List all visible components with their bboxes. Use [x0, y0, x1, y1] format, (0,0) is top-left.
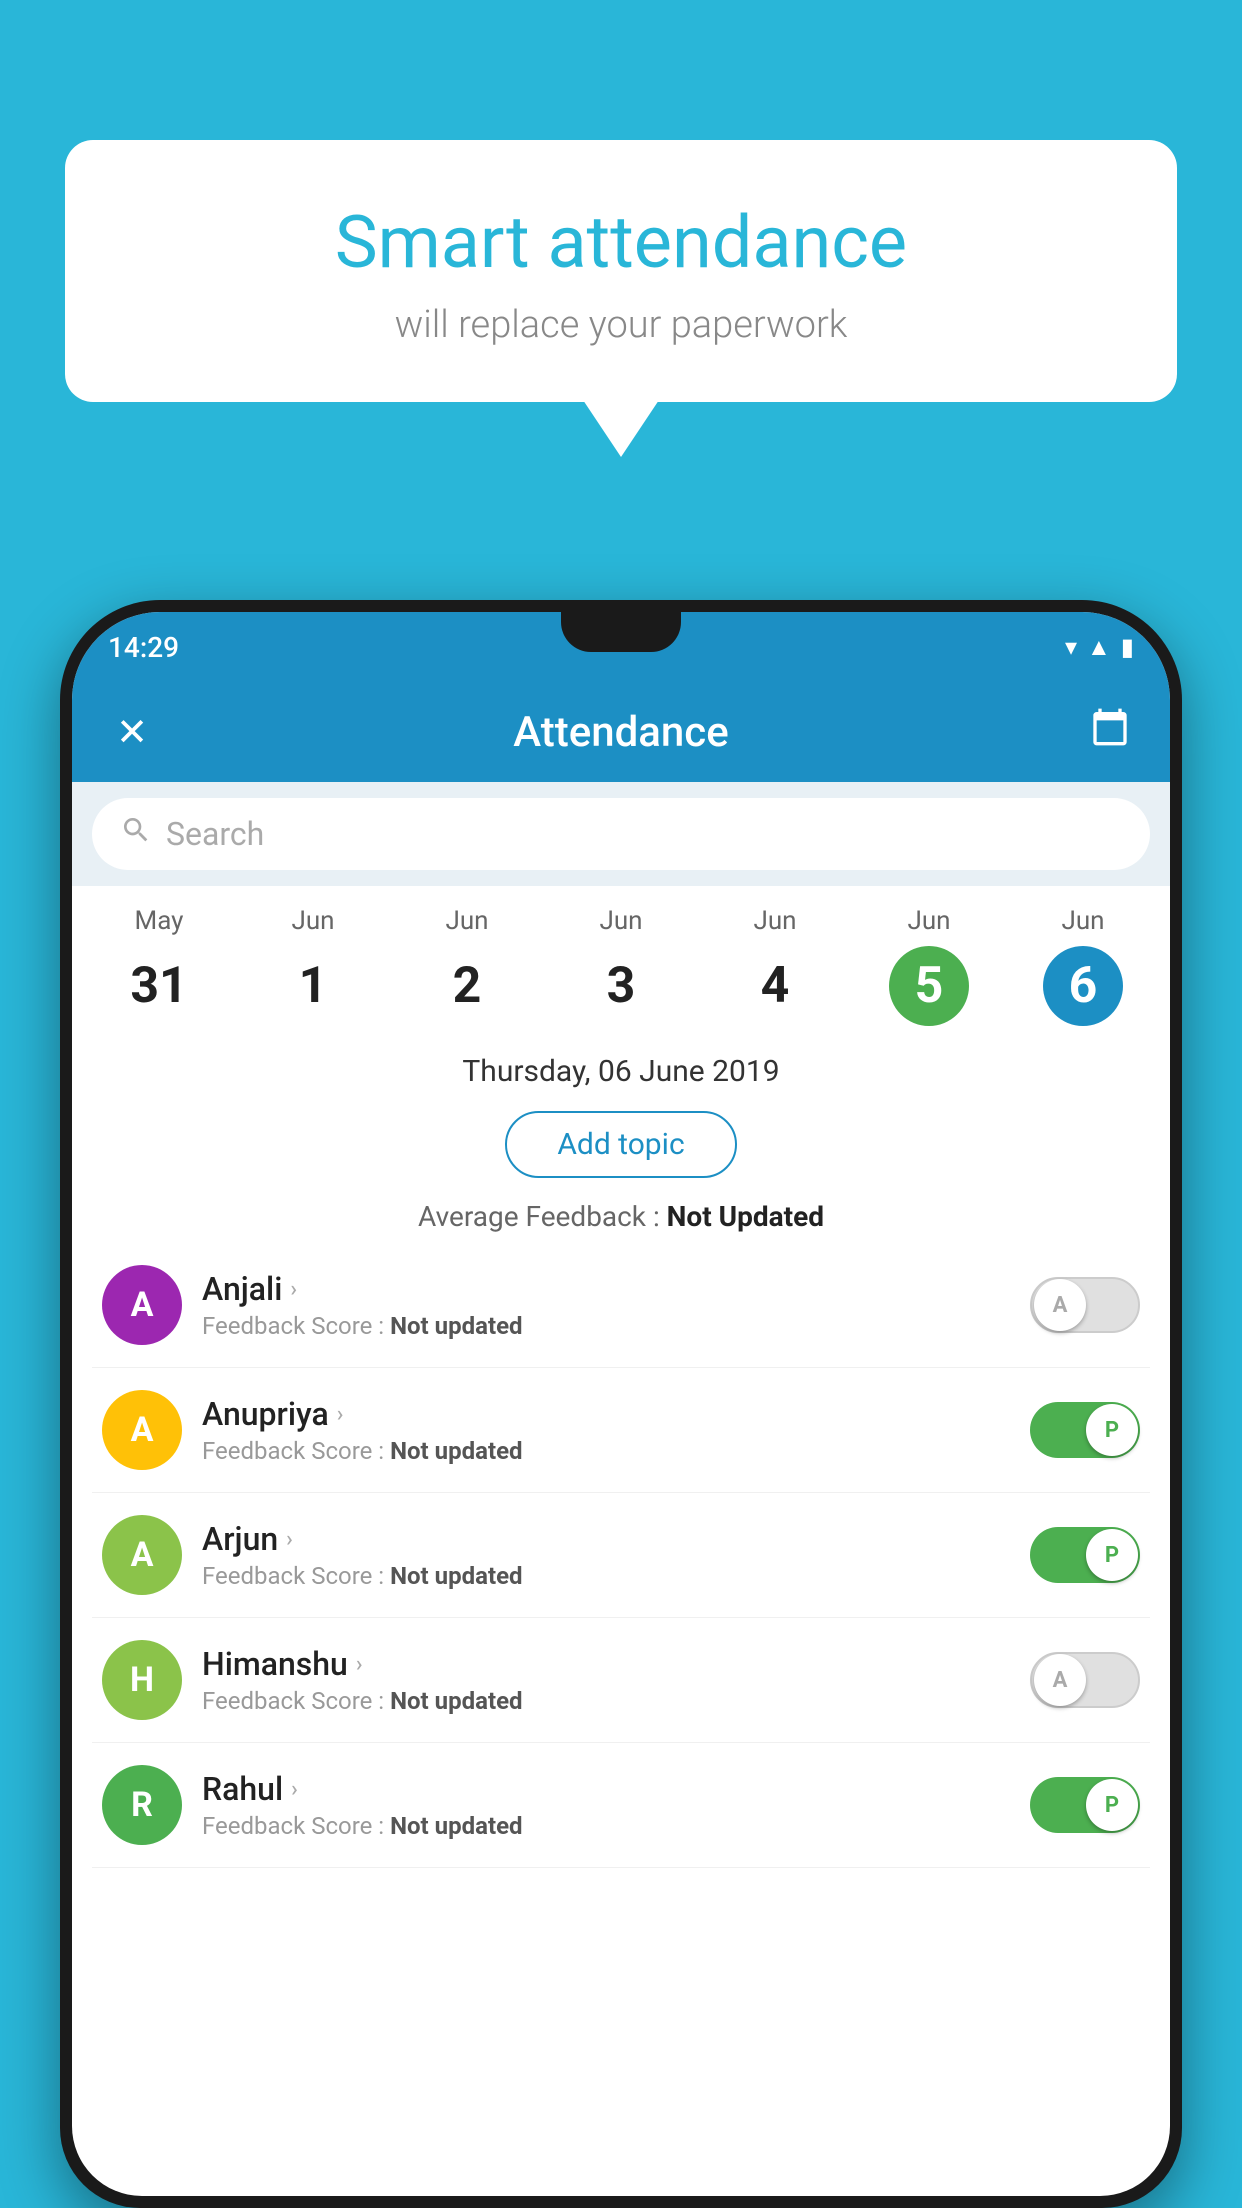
student-info-1: Anupriya › Feedback Score : Not updated [202, 1395, 1010, 1465]
attendance-toggle-1[interactable]: P [1030, 1402, 1140, 1458]
chevron-icon: › [337, 1402, 344, 1427]
student-item-3[interactable]: H Himanshu › Feedback Score : Not updated A [92, 1618, 1150, 1743]
search-bar-container: Search [72, 782, 1170, 886]
student-feedback-0: Feedback Score : Not updated [202, 1312, 1010, 1340]
student-item-4[interactable]: R Rahul › Feedback Score : Not updated P [92, 1743, 1150, 1868]
student-item-1[interactable]: A Anupriya › Feedback Score : Not updated P [92, 1368, 1150, 1493]
student-info-0: Anjali › Feedback Score : Not updated [202, 1270, 1010, 1340]
cal-month-1: Jun [291, 906, 334, 936]
student-name-0: Anjali › [202, 1270, 1010, 1308]
notch [561, 612, 681, 652]
search-icon [120, 814, 152, 854]
status-time: 14:29 [108, 631, 179, 664]
calendar-day-2[interactable]: Jun 2 [422, 906, 512, 1026]
student-list: AAnjali ›Feedback Score : Not updatedAAA… [72, 1243, 1170, 1868]
status-icons: ▾ ▲ ▮ [1065, 633, 1134, 662]
battery-icon: ▮ [1121, 633, 1134, 661]
student-name-3: Himanshu › [202, 1645, 1010, 1683]
student-info-3: Himanshu › Feedback Score : Not updated [202, 1645, 1010, 1715]
add-topic-container: Add topic [72, 1099, 1170, 1190]
student-feedback-2: Feedback Score : Not updated [202, 1562, 1010, 1590]
student-feedback-3: Feedback Score : Not updated [202, 1687, 1010, 1715]
cal-month-0: May [135, 906, 184, 936]
toggle-knob-4: P [1086, 1779, 1138, 1831]
toggle-knob-0: A [1034, 1279, 1086, 1331]
chevron-icon: › [286, 1527, 293, 1552]
student-feedback-4: Feedback Score : Not updated [202, 1812, 1010, 1840]
toggle-container-0[interactable]: A [1030, 1277, 1140, 1333]
status-bar: 14:29 ▾ ▲ ▮ [72, 612, 1170, 682]
calendar-day-4[interactable]: Jun 4 [730, 906, 820, 1026]
search-bar[interactable]: Search [92, 798, 1150, 870]
student-name-1: Anupriya › [202, 1395, 1010, 1433]
close-icon[interactable]: ✕ [102, 710, 162, 755]
phone-shell: 14:29 ▾ ▲ ▮ ✕ Attendance [60, 600, 1182, 2208]
calendar-days: May 31 Jun 1 Jun 2 Jun 3 Jun 4 Jun 5 Jun 6 [72, 906, 1170, 1026]
student-name-2: Arjun › [202, 1520, 1010, 1558]
speech-bubble-title: Smart attendance [115, 200, 1127, 285]
student-info-4: Rahul › Feedback Score : Not updated [202, 1770, 1010, 1840]
cal-num-4: 4 [735, 946, 815, 1026]
student-info-2: Arjun › Feedback Score : Not updated [202, 1520, 1010, 1590]
avg-feedback: Average Feedback : Not Updated [72, 1190, 1170, 1243]
chevron-icon: › [290, 1277, 297, 1302]
chevron-icon: › [291, 1777, 298, 1802]
student-name-4: Rahul › [202, 1770, 1010, 1808]
avg-feedback-value: Not Updated [667, 1200, 824, 1233]
calendar-day-6[interactable]: Jun 6 [1038, 906, 1128, 1026]
student-avatar-4: R [102, 1765, 182, 1845]
chevron-icon: › [356, 1652, 363, 1677]
cal-month-5: Jun [907, 906, 950, 936]
cal-num-3: 3 [581, 946, 661, 1026]
student-feedback-1: Feedback Score : Not updated [202, 1437, 1010, 1465]
phone-inner: 14:29 ▾ ▲ ▮ ✕ Attendance [72, 612, 1170, 2196]
search-placeholder: Search [166, 815, 264, 853]
calendar-strip: May 31 Jun 1 Jun 2 Jun 3 Jun 4 Jun 5 Jun 6 [72, 886, 1170, 1036]
speech-bubble-subtitle: will replace your paperwork [115, 303, 1127, 347]
toggle-knob-3: A [1034, 1654, 1086, 1706]
calendar-day-3[interactable]: Jun 3 [576, 906, 666, 1026]
toggle-knob-2: P [1086, 1529, 1138, 1581]
cal-num-6: 6 [1043, 946, 1123, 1026]
cal-month-2: Jun [445, 906, 488, 936]
avg-feedback-label: Average Feedback : [418, 1200, 667, 1233]
toggle-knob-1: P [1086, 1404, 1138, 1456]
student-avatar-0: A [102, 1265, 182, 1345]
student-avatar-1: A [102, 1390, 182, 1470]
attendance-toggle-0[interactable]: A [1030, 1277, 1140, 1333]
attendance-toggle-2[interactable]: P [1030, 1527, 1140, 1583]
toggle-container-4[interactable]: P [1030, 1777, 1140, 1833]
app-bar: ✕ Attendance [72, 682, 1170, 782]
wifi-icon: ▾ [1065, 633, 1077, 661]
attendance-toggle-4[interactable]: P [1030, 1777, 1140, 1833]
cal-num-2: 2 [427, 946, 507, 1026]
selected-date: Thursday, 06 June 2019 [72, 1036, 1170, 1099]
calendar-icon[interactable] [1080, 707, 1140, 757]
cal-num-0: 31 [119, 946, 199, 1026]
student-item-0[interactable]: A Anjali › Feedback Score : Not updated A [92, 1243, 1150, 1368]
student-avatar-3: H [102, 1640, 182, 1720]
calendar-day-0[interactable]: May 31 [114, 906, 204, 1026]
calendar-day-5[interactable]: Jun 5 [884, 906, 974, 1026]
attendance-toggle-3[interactable]: A [1030, 1652, 1140, 1708]
app-bar-title: Attendance [162, 708, 1080, 757]
calendar-day-1[interactable]: Jun 1 [268, 906, 358, 1026]
cal-month-3: Jun [599, 906, 642, 936]
toggle-container-3[interactable]: A [1030, 1652, 1140, 1708]
speech-bubble-container: Smart attendance will replace your paper… [65, 140, 1177, 402]
student-item-2[interactable]: A Arjun › Feedback Score : Not updated P [92, 1493, 1150, 1618]
student-avatar-2: A [102, 1515, 182, 1595]
cal-month-6: Jun [1061, 906, 1104, 936]
toggle-container-2[interactable]: P [1030, 1527, 1140, 1583]
signal-icon: ▲ [1087, 633, 1111, 662]
speech-bubble: Smart attendance will replace your paper… [65, 140, 1177, 402]
cal-num-1: 1 [273, 946, 353, 1026]
cal-num-5: 5 [889, 946, 969, 1026]
toggle-container-1[interactable]: P [1030, 1402, 1140, 1458]
add-topic-button[interactable]: Add topic [505, 1111, 736, 1178]
cal-month-4: Jun [753, 906, 796, 936]
